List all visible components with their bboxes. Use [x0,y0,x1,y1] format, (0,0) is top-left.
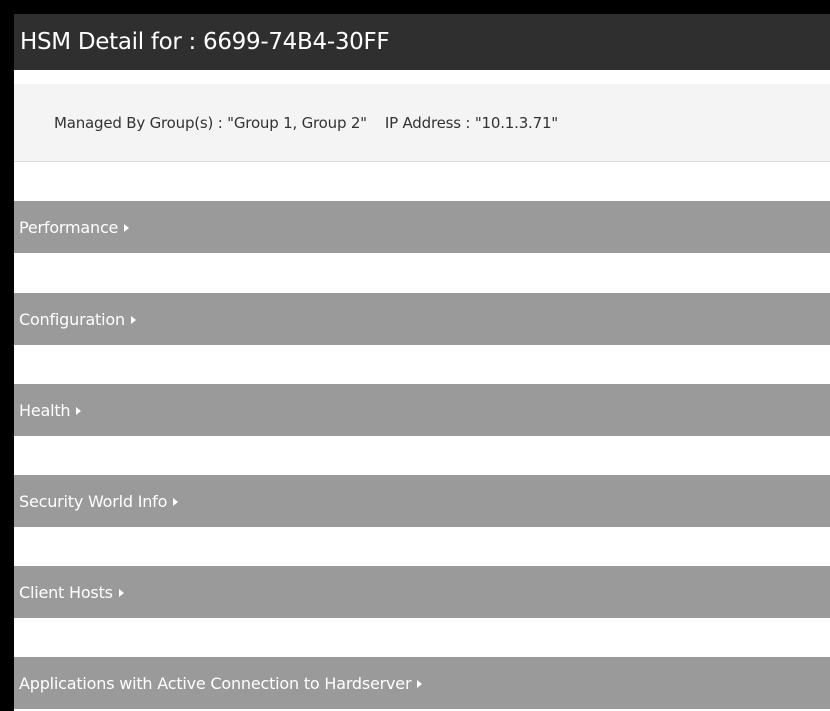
caret-right-icon [173,497,179,506]
section-configuration[interactable]: Configuration [14,293,830,345]
section-label-applications: Applications with Active Connection to H… [19,674,412,693]
section-security-world-info[interactable]: Security World Info [14,475,830,527]
section-label-health: Health [19,401,71,420]
caret-right-icon [124,223,130,232]
page-title: HSM Detail for : 6699-74B4-30FF [14,14,830,70]
section-health[interactable]: Health [14,384,830,436]
section-performance[interactable]: Performance [14,201,830,253]
section-label-performance: Performance [19,218,119,237]
caret-right-icon [130,315,136,324]
ip-address: IP Address : "10.1.3.71" [384,114,559,132]
caret-right-icon [76,406,82,415]
hsm-info-strip: Managed By Group(s) : "Group 1, Group 2"… [14,84,830,162]
section-applications-active-connection[interactable]: Applications with Active Connection to H… [14,657,830,709]
section-label-client-hosts: Client Hosts [19,583,113,602]
section-client-hosts[interactable]: Client Hosts [14,566,830,618]
caret-right-icon [118,588,124,597]
hsm-detail-panel: HSM Detail for : 6699-74B4-30FF Managed … [14,14,830,711]
caret-right-icon [417,679,423,688]
section-label-configuration: Configuration [19,310,125,329]
managed-by-groups: Managed By Group(s) : "Group 1, Group 2" [54,114,367,132]
section-label-security-world-info: Security World Info [19,492,168,511]
